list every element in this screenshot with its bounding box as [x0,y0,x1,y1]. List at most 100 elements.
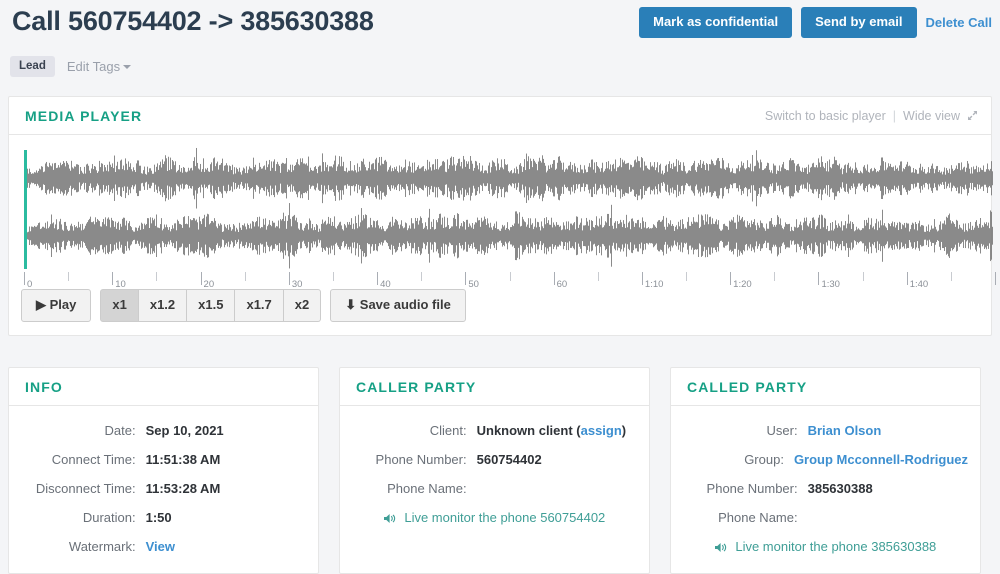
caller-monitor-row: Live monitor the phone 560754402 [340,510,649,525]
speed-button-x1.2[interactable]: x1.2 [139,289,187,322]
detail-row-label: Disconnect Time: [9,481,146,496]
axis-tick-minor [68,272,69,281]
live-monitor-called-link[interactable]: Live monitor the phone 385630388 [715,539,937,554]
detail-row-value: 560754402 [477,452,542,467]
detail-row-label: Group: [671,452,794,467]
detail-row: Phone Name: [671,510,968,525]
mark-as-confidential-button[interactable]: Mark as confidential [639,7,792,38]
detail-row-label: Phone Name: [340,481,477,496]
axis-tick-minor [951,272,952,281]
speed-button-x1[interactable]: x1 [100,289,138,322]
save-audio-file-button[interactable]: ⬇ Save audio file [330,289,466,322]
detail-row: Disconnect Time:11:53:28 AM [9,481,306,496]
axis-tick-major [818,272,819,285]
axis-tick-label: 60 [557,279,568,290]
play-button[interactable]: ▶ Play [21,289,91,322]
axis-tick-major [554,272,555,285]
axis-tick-major [642,272,643,285]
detail-row-label: Phone Number: [671,481,808,496]
detail-row: Date:Sep 10, 2021 [9,423,306,438]
detail-row: Watermark:View [9,539,306,554]
axis-tick-major [289,272,290,285]
axis-tick-minor [598,272,599,281]
info-card: INFO Date:Sep 10, 2021Connect Time:11:51… [8,367,319,574]
detail-row-value[interactable]: Group Mcconnell-Rodriguez [794,452,968,467]
detail-row: Group:Group Mcconnell-Rodriguez [671,452,968,467]
detail-row-label: Duration: [9,510,146,525]
live-monitor-caller-link[interactable]: Live monitor the phone 560754402 [384,510,606,525]
edit-tags-label: Edit Tags [67,59,120,74]
delete-call-link[interactable]: Delete Call [926,15,992,30]
wide-view-link[interactable]: Wide view [903,109,960,123]
page-title: Call 560754402 -> 385630388 [12,6,374,37]
axis-tick-major [465,272,466,285]
expand-arrow-icon[interactable] [967,110,978,121]
detail-row-value: 385630388 [808,481,873,496]
play-button-label: Play [50,297,77,312]
detail-row-label: Watermark: [9,539,146,554]
axis-tick-major [907,272,908,285]
detail-row-label: Client: [340,423,477,438]
axis-tick-label: 1:40 [910,279,929,290]
axis-tick-minor [686,272,687,281]
detail-row-value[interactable]: Brian Olson [808,423,882,438]
media-player-header: MEDIA PLAYER Switch to basic player | Wi… [9,97,991,135]
detail-row: Phone Number:385630388 [671,481,968,496]
speed-button-x1.7[interactable]: x1.7 [235,289,283,322]
caller-party-title: CALLER PARTY [356,379,476,395]
detail-row: Duration:1:50 [9,510,306,525]
info-card-title: INFO [25,379,63,395]
caller-party-card: CALLER PARTY Client:Unknown client (assi… [339,367,650,574]
speed-button-x1.5[interactable]: x1.5 [187,289,235,322]
axis-tick-major [112,272,113,285]
speaker-icon [715,542,728,553]
assign-client-link[interactable]: assign [581,423,622,438]
detail-row: User:Brian Olson [671,423,968,438]
caller-party-rows: Client:Unknown client (assign) Phone Numb… [340,406,649,496]
detail-row: Client:Unknown client (assign) [340,423,637,438]
detail-row-label: Phone Number: [340,452,477,467]
info-card-header: INFO [9,368,318,406]
live-monitor-caller-label: Live monitor the phone 560754402 [404,510,605,525]
axis-tick-minor [156,272,157,281]
axis-tick-minor [245,272,246,281]
speaker-icon [384,513,397,524]
detail-row: Phone Name: [340,481,637,496]
download-icon: ⬇ [345,297,356,312]
called-monitor-row: Live monitor the phone 385630388 [671,539,980,554]
header-separator: | [893,109,896,123]
audio-waveform[interactable] [9,147,993,272]
caller-party-header: CALLER PARTY [340,368,649,406]
detail-row: Phone Number:560754402 [340,452,637,467]
edit-tags-dropdown[interactable]: Edit Tags [67,59,131,74]
axis-tick-major [995,272,996,285]
called-party-rows: User:Brian Olson Group:Group Mcconnell-Ro… [671,406,980,525]
live-monitor-called-label: Live monitor the phone 385630388 [735,539,936,554]
media-player-header-actions: Switch to basic player | Wide view [765,109,978,123]
axis-tick-minor [774,272,775,281]
playback-speed-group: x1x1.2x1.5x1.7x2 [100,289,321,322]
axis-tick-label: 1:20 [733,279,752,290]
tag-row: Lead Edit Tags [10,56,131,77]
switch-to-basic-player-link[interactable]: Switch to basic player [765,109,886,123]
axis-tick-label: 1:30 [821,279,840,290]
detail-row-value[interactable]: View [146,539,175,554]
media-player-card: MEDIA PLAYER Switch to basic player | Wi… [8,96,992,336]
axis-tick-major [24,272,25,285]
header-actions: Mark as confidential Send by email Delet… [639,7,992,38]
tag-badge-lead[interactable]: Lead [10,56,55,77]
detail-cards-row: INFO Date:Sep 10, 2021Connect Time:11:51… [8,367,992,574]
info-rows: Date:Sep 10, 2021Connect Time:11:51:38 A… [9,406,318,554]
playhead-marker[interactable] [24,150,27,269]
send-by-email-button[interactable]: Send by email [801,7,916,38]
playback-controls: ▶ Play x1x1.2x1.5x1.7x2 ⬇ Save audio fil… [21,289,466,322]
waveform-area[interactable] [9,147,991,272]
called-party-header: CALLED PARTY [671,368,980,406]
page-header: Call 560754402 -> 385630388 Mark as conf… [0,0,1000,90]
axis-tick-minor [863,272,864,281]
axis-tick-major [201,272,202,285]
called-party-card: CALLED PARTY User:Brian Olson Group:Group… [670,367,981,574]
axis-tick-label: 50 [468,279,479,290]
speed-button-x2[interactable]: x2 [284,289,321,322]
detail-row-value: 1:50 [146,510,172,525]
